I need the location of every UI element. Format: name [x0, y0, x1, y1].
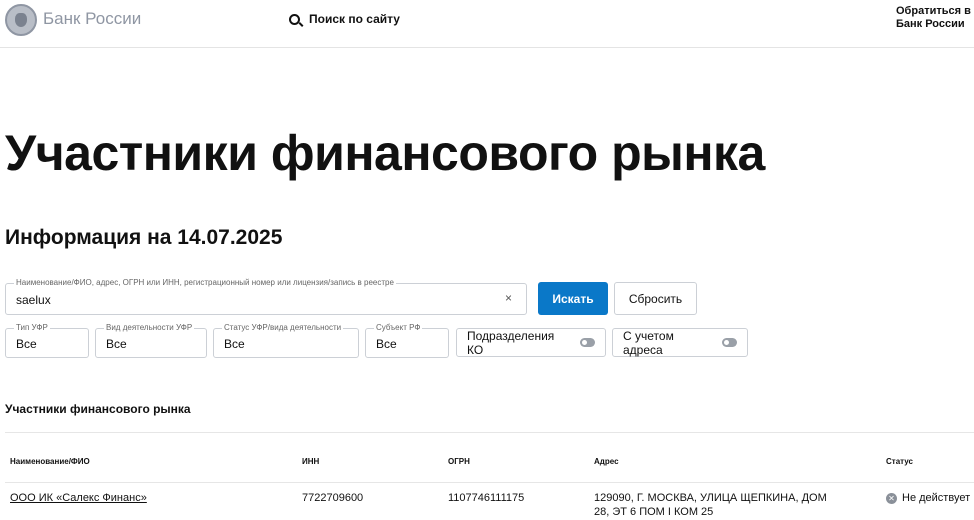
toggle-label: Подразделения КО: [467, 328, 555, 357]
filter-value: Все: [16, 337, 37, 351]
column-header-name: Наименование/ФИО: [10, 457, 90, 466]
site-search-button[interactable]: Поиск по сайту: [289, 12, 400, 26]
search-icon: [289, 13, 300, 25]
filter-value: Все: [224, 337, 245, 351]
clear-icon[interactable]: ×: [505, 291, 512, 305]
filter-region[interactable]: Субъект РФ Все: [365, 323, 449, 358]
bank-emblem-logo[interactable]: [5, 4, 37, 36]
divider: [5, 432, 974, 433]
toggle-address[interactable]: С учетом адреса: [612, 328, 748, 357]
filter-activity[interactable]: Вид деятельности УФР Все: [95, 323, 207, 358]
filter-type[interactable]: Тип УФР Все: [5, 323, 89, 358]
reset-button[interactable]: Сбросить: [614, 282, 697, 315]
search-input-label: Наименование/ФИО, адрес, ОГРН или ИНН, р…: [14, 278, 396, 287]
filter-label: Статус УФР/вида деятельности: [222, 323, 344, 332]
toggle-switch-icon[interactable]: [721, 338, 737, 347]
filter-status[interactable]: Статус УФР/вида деятельности Все: [213, 323, 359, 358]
section-title: Участники финансового рынка: [5, 402, 191, 416]
address-cell: 129090, Г. МОСКВА, УЛИЦА ЩЕПКИНА, ДОМ 28…: [594, 492, 827, 518]
toggle-branches[interactable]: Подразделения КО: [456, 328, 606, 357]
ogrn-cell: 1107746111175: [448, 492, 525, 504]
search-input-value[interactable]: saelux: [16, 293, 51, 307]
inn-cell: 7722709600: [302, 492, 364, 504]
filter-value: Все: [106, 337, 127, 351]
filter-label: Субъект РФ: [374, 323, 423, 332]
column-header-address: Адрес: [594, 457, 619, 466]
toggle-label: С учетом адреса: [623, 328, 674, 357]
contact-link[interactable]: Обратиться в Банк России: [896, 5, 972, 31]
column-header-status: Статус: [886, 457, 913, 466]
toggle-switch-icon[interactable]: [579, 338, 595, 347]
search-input[interactable]: Наименование/ФИО, адрес, ОГРН или ИНН, р…: [5, 278, 527, 315]
status-badge: ✕ Не действует: [886, 491, 970, 505]
filter-label: Тип УФР: [14, 323, 50, 332]
filter-value: Все: [376, 337, 397, 351]
site-header: Банк России Поиск по сайту Обратиться в …: [0, 0, 974, 48]
participant-link[interactable]: ООО ИК «Салекс Финанс»: [10, 491, 147, 505]
column-header-ogrn: ОГРН: [448, 457, 470, 466]
column-header-inn: ИНН: [302, 457, 320, 466]
inactive-status-icon: ✕: [886, 492, 897, 504]
search-button[interactable]: Искать: [538, 282, 608, 315]
page-title: Участники финансового рынка: [5, 125, 765, 181]
info-date: Информация на 14.07.2025: [5, 226, 283, 249]
divider: [5, 482, 974, 483]
filter-label: Вид деятельности УФР: [104, 323, 195, 332]
site-search-label: Поиск по сайту: [309, 12, 400, 26]
brand-name[interactable]: Банк России: [43, 9, 141, 29]
status-text: Не действует: [902, 492, 971, 504]
